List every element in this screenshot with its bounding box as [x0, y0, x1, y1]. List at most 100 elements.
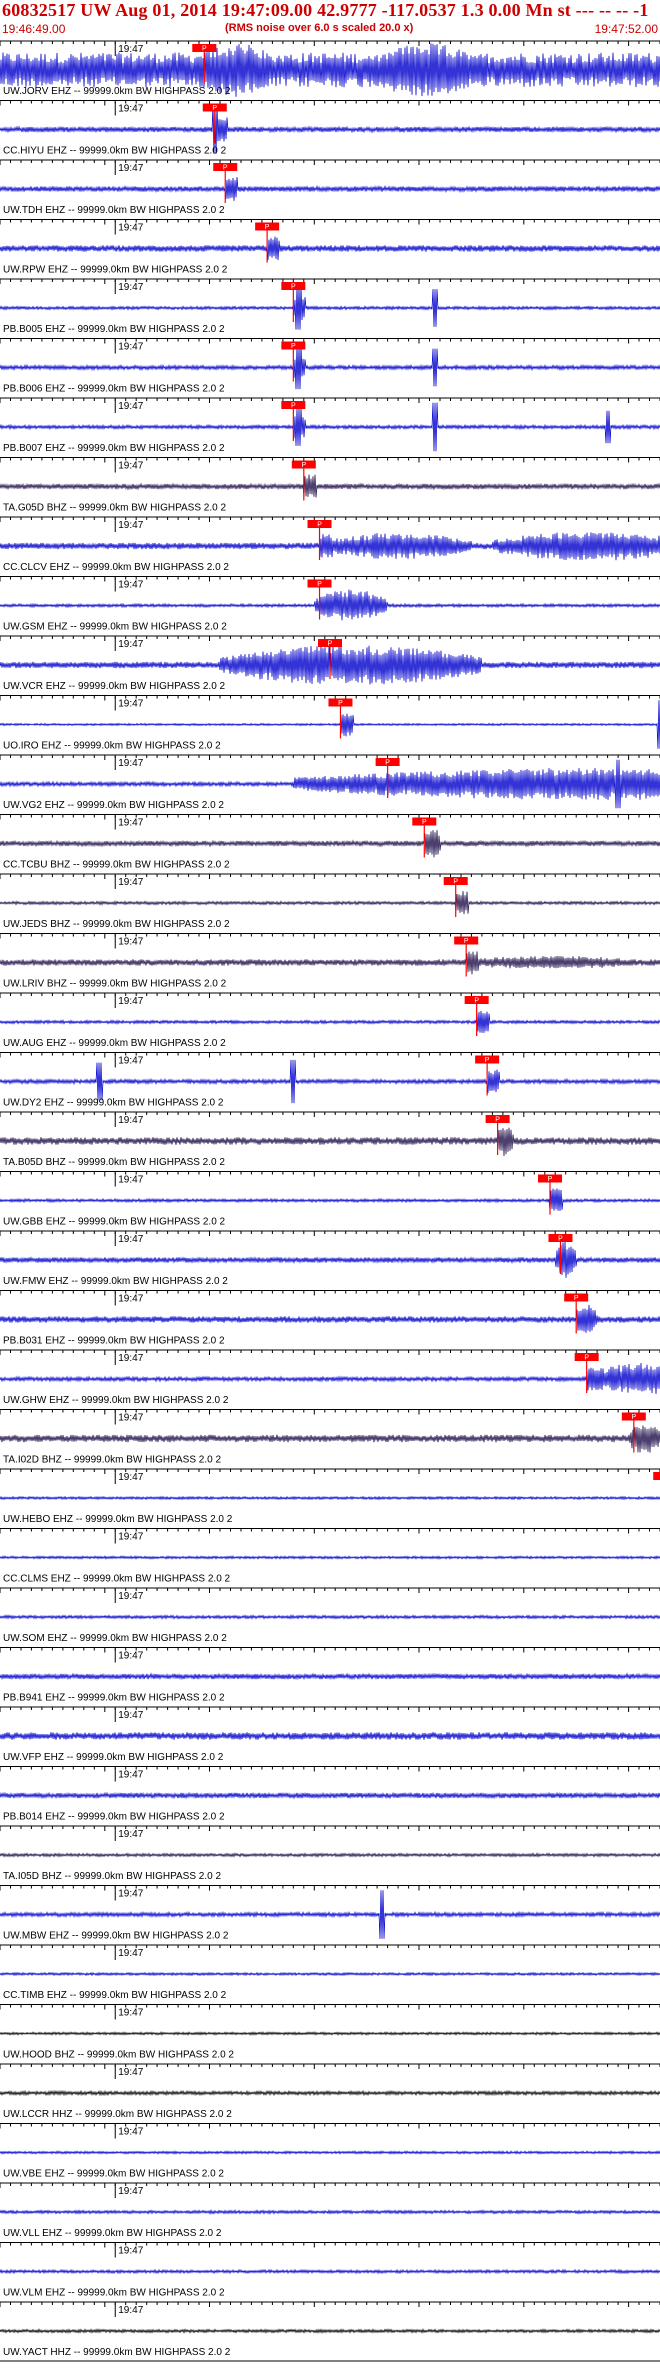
minute-label: 19:47 [118, 2008, 143, 2019]
trace-row: 19:47 UW.JEDS BHZ -- 99999.0km BW HIGHPAS… [0, 873, 660, 930]
minute-label: 19:47 [118, 1056, 143, 1067]
station-label: UW.VLM EHZ -- 99999.0km BW HIGHPASS 2.0 … [3, 2288, 225, 2299]
trace-row: 19:47 UW.AUG EHZ -- 99999.0km BW HIGHPASS… [0, 992, 660, 1049]
event-title: 60832517 UW Aug 01, 2014 19:47:09.00 42.… [2, 0, 649, 20]
station-label: UW.GBB EHZ -- 99999.0km BW HIGHPASS 2.0 … [3, 1217, 226, 1228]
minute-label: 19:47 [118, 639, 143, 650]
minute-label: 19:47 [118, 1413, 143, 1424]
pick-label: P [291, 343, 296, 350]
trace-row: 19:47 PB.B014 EHZ -- 99999.0km BW HIGHPAS… [0, 1766, 660, 1823]
minute-label: 19:47 [118, 1175, 143, 1186]
station-label: TA.I05D BHZ -- 99999.0km BW HIGHPASS 2.0… [3, 1871, 221, 1882]
trace-row: 19:47 PB.B941 EHZ -- 99999.0km BW HIGHPAS… [0, 1647, 660, 1704]
trace-row: 19:47 UW.YACT HHZ -- 99999.0km BW HIGHPAS… [0, 2301, 660, 2358]
station-label: CC.CLCV EHZ -- 99999.0km BW HIGHPASS 2.0… [3, 562, 229, 573]
pick-label: P [558, 1236, 563, 1243]
pick-label: P [548, 1176, 553, 1183]
waveform [0, 1127, 660, 1157]
header: 60832517 UW Aug 01, 2014 19:47:09.00 42.… [0, 0, 660, 40]
minute-label: 19:47 [118, 2186, 143, 2197]
pick-label: P [422, 819, 427, 826]
station-label: UW.GHW EHZ -- 99999.0km BW HIGHPASS 2.0 … [3, 1395, 229, 1406]
pick-label: P [631, 1414, 636, 1421]
station-label: CC.TCBU BHZ -- 99999.0km BW HIGHPASS 2.0… [3, 860, 230, 871]
pick-label: P [301, 462, 306, 469]
minute-label: 19:47 [118, 223, 143, 234]
station-label: UW.HEBO EHZ -- 99999.0km BW HIGHPASS 2.0… [3, 1514, 233, 1525]
minute-label: 19:47 [118, 520, 143, 531]
minute-label: 19:47 [118, 1353, 143, 1364]
waveform [0, 236, 660, 261]
trace-row: 19:47 UW.GSM EHZ -- 99999.0km BW HIGHPASS… [0, 576, 660, 633]
minute-label: 19:47 [118, 580, 143, 591]
trace-row: 19:47 UW.LCCR HHZ -- 99999.0km BW HIGHPAS… [0, 2063, 660, 2120]
waveform [0, 2328, 660, 2334]
waveform [0, 1495, 660, 1501]
waveform [0, 1791, 660, 1800]
waveform [0, 1425, 660, 1453]
trace-row: 19:47 CC.HIYU EHZ -- 99999.0km BW HIGHPAS… [0, 100, 660, 157]
pick-label: P [574, 1295, 579, 1302]
station-label: PB.B007 EHZ -- 99999.0km BW HIGHPASS 2.0… [3, 443, 225, 454]
pick-label: P [212, 105, 217, 112]
trace-row: 19:47 UW.GHW EHZ -- 99999.0km BW HIGHPASS… [0, 1349, 660, 1406]
minute-label: 19:47 [118, 877, 143, 888]
waveform [0, 589, 660, 621]
waveform [0, 951, 660, 975]
minute-label: 19:47 [118, 401, 143, 412]
minute-label: 19:47 [118, 1532, 143, 1543]
pick-label: P [584, 1355, 589, 1362]
station-label: UW.TDH EHZ -- 99999.0km BW HIGHPASS 2.0 … [3, 205, 225, 216]
pick-label: P [328, 641, 333, 648]
waveform [0, 2150, 660, 2155]
station-label: TA.B05D BHZ -- 99999.0km BW HIGHPASS 2.0… [3, 1157, 225, 1168]
pick-label: P [317, 581, 322, 588]
trace-row: 19:47 TA.G05D BHZ -- 99999.0km BW HIGHPAS… [0, 457, 660, 514]
minute-label: 19:47 [118, 104, 143, 115]
minute-label: 19:47 [118, 163, 143, 174]
station-label: UW.LCCR HHZ -- 99999.0km BW HIGHPASS 2.0… [3, 2109, 232, 2120]
station-label: UW.DY2 EHZ -- 99999.0km BW HIGHPASS 2.0 … [3, 1098, 224, 1109]
trace-row: 19:47 UW.LRIV BHZ -- 99999.0km BW HIGHPAS… [0, 933, 660, 990]
waveform [0, 2031, 660, 2036]
trace-row: 19:47 CC.TCBU BHZ -- 99999.0km BW HIGHPAS… [0, 814, 660, 871]
waveform [0, 1614, 660, 1620]
noise-note: (RMS noise over 6.0 s scaled 20.0 x) [225, 22, 414, 34]
waveform [0, 1852, 660, 1858]
trace-row: 19:47 UW.RPW EHZ -- 99999.0km BW HIGHPASS… [0, 219, 660, 276]
trace-row: 19:47 CC.CLCV EHZ -- 99999.0km BW HIGHPAS… [0, 516, 660, 573]
station-label: UW.VFP EHZ -- 99999.0km BW HIGHPASS 2.0 … [3, 1752, 224, 1763]
minute-label: 19:47 [118, 1948, 143, 1959]
station-label: UW.VG2 EHZ -- 99999.0km BW HIGHPASS 2.0 … [3, 800, 224, 811]
minute-label: 19:47 [118, 2246, 143, 2257]
trace-row: 19:47 UW.HOOD BHZ -- 99999.0km BW HIGHPAS… [0, 2004, 660, 2061]
trace-row: 19:47 UW.HEBO EHZ -- 99999.0km BW HIGHPAS… [0, 1468, 660, 1525]
minute-label: 19:47 [118, 1591, 143, 1602]
trace-row: 19:47 UW.MBW EHZ -- 99999.0km BW HIGHPASS… [0, 1885, 660, 1942]
station-label: UW.AUG EHZ -- 99999.0km BW HIGHPASS 2.0 … [3, 1038, 226, 1049]
pick-label: P [495, 1117, 500, 1124]
minute-label: 19:47 [118, 282, 143, 293]
trace-row: 19:47 PB.B006 EHZ -- 99999.0km BW HIGHPAS… [0, 338, 660, 395]
pick-label: P [223, 165, 228, 172]
station-label: TA.G05D BHZ -- 99999.0km BW HIGHPASS 2.0… [3, 503, 226, 514]
minute-label: 19:47 [118, 2305, 143, 2316]
trace-row: 19:47 TA.B05D BHZ -- 99999.0km BW HIGHPAS… [0, 1111, 660, 1168]
station-label: UW.RPW EHZ -- 99999.0km BW HIGHPASS 2.0 … [3, 265, 228, 276]
pick-label: P [291, 403, 296, 410]
waveform [0, 474, 660, 498]
end-time: 19:47:52.00 [594, 22, 658, 36]
pick-label: P [464, 938, 469, 945]
trace-row: 19:47 CC.CLMS EHZ -- 99999.0km BW HIGHPAS… [0, 1528, 660, 1585]
trace-row: 19:47 UW.VCR EHZ -- 99999.0km BW HIGHPASS… [0, 635, 660, 692]
minute-label: 19:47 [118, 699, 143, 710]
trace-row: 19:47 UW.VFP EHZ -- 99999.0km BW HIGHPASS… [0, 1706, 660, 1763]
minute-label: 19:47 [118, 44, 143, 55]
pick-label: P [338, 700, 343, 707]
trace-row: 19:47 UW.JORV EHZ -- 99999.0km BW HIGHPAS… [0, 40, 660, 97]
waveform [0, 891, 660, 915]
waveform [0, 532, 660, 561]
waveform [0, 1362, 660, 1395]
station-label: UW.JORV EHZ -- 99999.0km BW HIGHPASS 2.0… [3, 86, 231, 97]
station-label: CC.TIMB EHZ -- 99999.0km BW HIGHPASS 2.0… [3, 1990, 227, 2001]
